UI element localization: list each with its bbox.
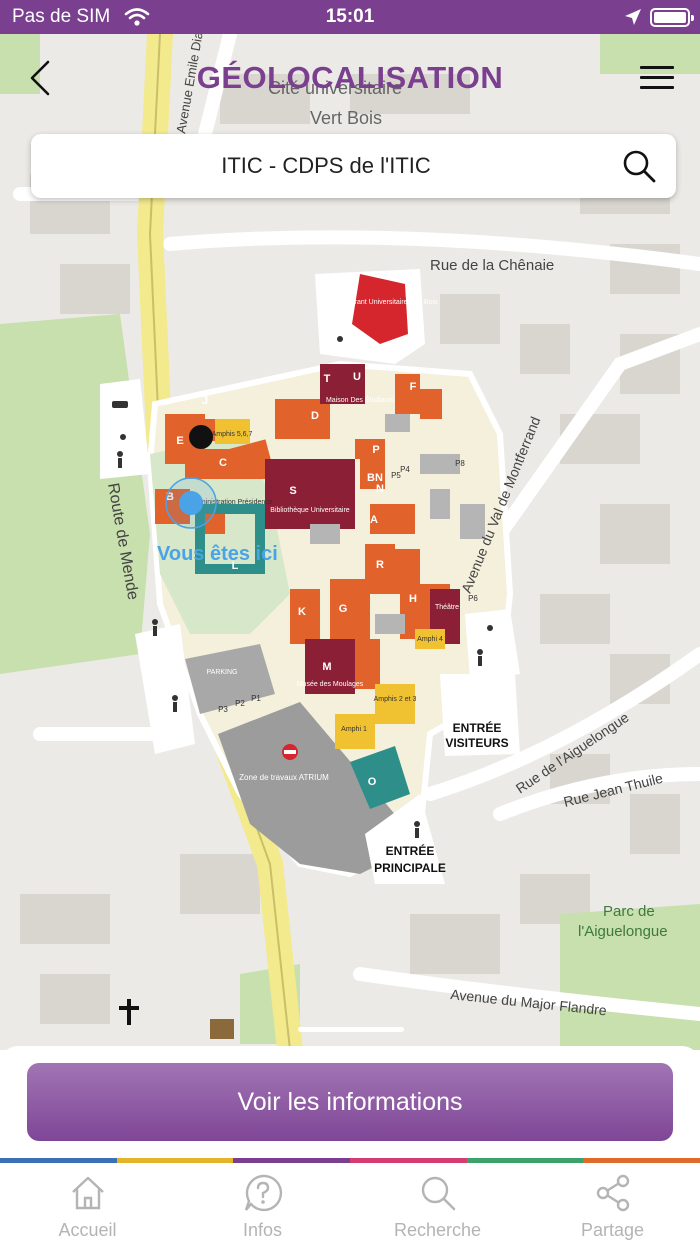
no-entry-icon bbox=[282, 744, 298, 760]
building-label: U bbox=[353, 371, 361, 383]
share-icon bbox=[596, 1174, 629, 1212]
tab-label: Infos bbox=[242, 1220, 283, 1240]
building-label: M bbox=[322, 661, 331, 673]
entry-main-label: ENTRÉE bbox=[386, 843, 435, 858]
menu-line bbox=[640, 66, 674, 69]
hamburger-menu-button[interactable] bbox=[640, 66, 674, 94]
question-icon bbox=[244, 1174, 282, 1212]
library-label: Bibliothèque Universitaire bbox=[270, 507, 349, 514]
building-label: A bbox=[370, 514, 378, 526]
clock: 15:01 bbox=[325, 6, 375, 27]
tab-label: Partage bbox=[580, 1220, 645, 1240]
menu-line bbox=[640, 86, 674, 89]
tab-label: Accueil bbox=[58, 1220, 117, 1240]
area-label: Vert Bois bbox=[310, 108, 382, 128]
car-icon bbox=[112, 401, 128, 408]
current-location-dot[interactable] bbox=[179, 491, 203, 515]
amphi-label: Amphi 1 bbox=[341, 726, 367, 733]
parking-code: P3 bbox=[218, 705, 228, 714]
building-label: P bbox=[372, 444, 379, 456]
you-are-here-label: Vous êtes ici bbox=[157, 543, 278, 565]
search-icon bbox=[421, 1176, 455, 1211]
entry-visitors-label: VISITEURS bbox=[445, 736, 508, 750]
building-label: C bbox=[219, 457, 227, 469]
theatre-label: Théâtre bbox=[435, 604, 459, 611]
destination-marker[interactable] bbox=[189, 425, 213, 449]
tab-partage[interactable]: Partage bbox=[525, 1163, 700, 1244]
building-label: K bbox=[298, 606, 306, 618]
building-label: G bbox=[339, 603, 348, 615]
atrium-label: Zone de travaux ATRIUM bbox=[239, 773, 329, 782]
parking-label: PARKING bbox=[207, 669, 238, 676]
building-label: H bbox=[409, 593, 417, 605]
entry-main-label: PRINCIPALE bbox=[374, 861, 446, 875]
church-icon bbox=[119, 999, 139, 1025]
street-label: Rue de la Chênaie bbox=[430, 257, 554, 274]
parking-code: P5 bbox=[391, 471, 401, 480]
parking-code: P6 bbox=[468, 594, 478, 603]
park-label: l'Aiguelongue bbox=[578, 923, 668, 940]
location-arrow-icon bbox=[625, 9, 641, 25]
tab-accueil[interactable]: Accueil bbox=[0, 1163, 175, 1244]
building-label: F bbox=[410, 381, 417, 393]
battery-icon bbox=[650, 8, 694, 27]
parking-code: P2 bbox=[235, 699, 245, 708]
parking-code: P8 bbox=[455, 459, 465, 468]
building-label: D bbox=[311, 410, 319, 422]
building-label: E bbox=[176, 435, 183, 447]
home-indicator bbox=[298, 1027, 404, 1032]
building-label: R bbox=[376, 559, 384, 571]
tab-infos[interactable]: Infos bbox=[175, 1163, 350, 1244]
building-label: O bbox=[368, 776, 377, 788]
building-label: T bbox=[324, 373, 331, 385]
park-label: Parc de bbox=[603, 903, 655, 920]
museum-label: Musée des Moulages bbox=[297, 681, 364, 688]
building-label: N bbox=[376, 483, 384, 495]
status-bar: Pas de SIM 15:01 bbox=[0, 0, 700, 34]
tab-label: Recherche bbox=[393, 1220, 482, 1240]
page-title: GÉOLOCALISATION bbox=[196, 60, 504, 95]
search-bar[interactable]: ITIC - CDPS de l'ITIC bbox=[31, 134, 676, 198]
amphi-label: Amphis 2 et 3 bbox=[374, 696, 417, 703]
amphi-label: Amphi 4 bbox=[417, 636, 443, 643]
parking-code: P4 bbox=[400, 465, 410, 474]
entry-visitors-label: ENTRÉE bbox=[453, 720, 502, 735]
tab-recherche[interactable]: Recherche bbox=[350, 1163, 525, 1244]
maison-label: Maison Des Étudiants bbox=[326, 395, 395, 404]
cinema-icon bbox=[210, 1019, 234, 1039]
parking-code: P1 bbox=[251, 694, 261, 703]
building-label: S bbox=[289, 485, 296, 497]
tab-bar: Accueil Infos Recherche Partage bbox=[0, 1163, 700, 1244]
search-input[interactable]: ITIC - CDPS de l'ITIC bbox=[31, 153, 621, 179]
home-icon bbox=[71, 1176, 104, 1210]
amphi-label: Amphis 5,6,7 bbox=[212, 431, 253, 438]
search-icon[interactable] bbox=[621, 148, 657, 184]
building-label: J bbox=[202, 395, 208, 407]
restaurant-label: Restaurant Universitaire Vert Bois bbox=[332, 299, 438, 306]
view-info-button[interactable]: Voir les informations bbox=[27, 1063, 673, 1141]
building-label: BN bbox=[367, 472, 383, 484]
menu-line bbox=[640, 76, 674, 79]
